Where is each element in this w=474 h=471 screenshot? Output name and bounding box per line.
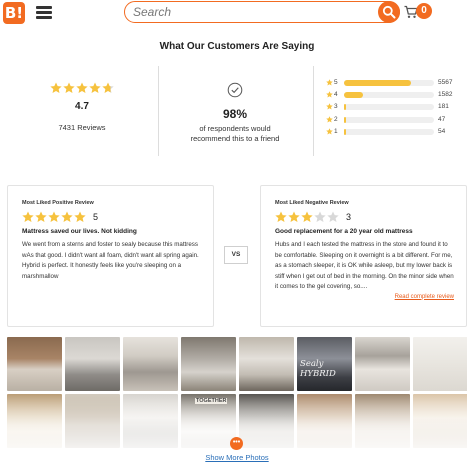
review-star-icons xyxy=(22,211,86,223)
customer-photo[interactable]: Sealy HYBRID xyxy=(297,337,352,391)
recommend-text-line-2: recommend this to a friend xyxy=(190,134,280,143)
photo-brand-text: Sealy HYBRID xyxy=(300,359,336,379)
rating-row-stars: 3 xyxy=(334,103,338,111)
site-logo[interactable]: B! xyxy=(3,2,25,24)
review-kicker: Most Liked Positive Review xyxy=(22,200,94,206)
rating-row-stars: 5 xyxy=(334,79,338,86)
summary-divider xyxy=(158,66,159,156)
cart-count-badge[interactable]: 0 xyxy=(416,3,432,19)
star-icon xyxy=(326,103,333,110)
average-rating-block: 4.7 7431 Reviews xyxy=(40,82,124,132)
rating-row-stars: 4 xyxy=(334,91,338,99)
rating-row-count: 47 xyxy=(438,115,446,123)
average-stars xyxy=(40,82,124,94)
star-icon xyxy=(314,211,326,223)
review-stars: 3 xyxy=(275,211,454,223)
star-icon xyxy=(61,211,73,223)
customer-photo[interactable] xyxy=(239,337,294,391)
check-circle-icon xyxy=(227,82,243,98)
menu-icon[interactable] xyxy=(36,6,52,20)
site-header: B! 0 xyxy=(0,0,474,26)
star-icon xyxy=(50,82,62,94)
review-stars: 5 xyxy=(22,211,201,223)
rating-row-bar xyxy=(344,92,434,99)
rating-row-1[interactable]: 1 54 xyxy=(324,127,464,139)
recommend-percent: 98% xyxy=(222,107,248,121)
rating-row-stars: 1 xyxy=(334,127,338,135)
rating-row-2[interactable]: 2 47 xyxy=(324,115,464,127)
read-complete-review-link[interactable]: Read complete review xyxy=(275,294,454,300)
review-headline: Good replacement for a 20 year old mattr… xyxy=(275,228,413,235)
average-rating-value: 4.7 xyxy=(75,101,89,112)
recommend-text: of respondents would recommend this to a… xyxy=(172,124,298,144)
show-more-photos-link[interactable]: Show More Photos xyxy=(0,453,474,462)
ellipsis-icon[interactable]: ••• xyxy=(230,437,243,450)
review-body: Hubs and I each tested the mattress in t… xyxy=(275,241,454,290)
star-icon xyxy=(326,115,333,123)
star-icon xyxy=(35,211,47,223)
customer-photo[interactable] xyxy=(123,337,178,391)
star-icon xyxy=(102,82,114,94)
rating-row-bar-fill xyxy=(344,104,347,111)
star-icon xyxy=(326,91,333,98)
rating-row-count: 1582 xyxy=(438,91,453,99)
rating-row-bar xyxy=(344,80,434,86)
recommend-text-line-1: of respondents would xyxy=(199,124,271,133)
search-input[interactable] xyxy=(133,4,373,20)
star-icon xyxy=(22,211,34,223)
section-title: What Our Customers Are Saying xyxy=(159,41,315,52)
star-icon xyxy=(275,211,287,223)
rating-row-bar-fill xyxy=(344,80,412,86)
rating-row-count: 181 xyxy=(438,103,449,111)
star-icon xyxy=(89,82,101,94)
search-button[interactable] xyxy=(378,1,400,23)
customer-photo[interactable] xyxy=(355,337,410,391)
rating-row-bar xyxy=(344,104,434,111)
recommend-block: 98% of respondents would recommend this … xyxy=(172,82,298,144)
vs-label: VS xyxy=(224,246,248,264)
customer-photo[interactable] xyxy=(65,337,120,391)
rating-row-count: 5567 xyxy=(438,79,453,86)
review-star-icons xyxy=(275,211,339,223)
positive-review-card: Most Liked Positive Review 5 Mattress sa… xyxy=(7,185,214,327)
rating-row-bar xyxy=(344,116,434,123)
rating-row-bar-fill xyxy=(344,92,364,99)
rating-distribution: 5 5567 4 1582 3 181 2 47 1 54 xyxy=(324,78,464,139)
star-icon xyxy=(48,211,60,223)
rating-row-3[interactable]: 3 181 xyxy=(324,102,464,114)
search-icon xyxy=(382,5,396,19)
summary-divider xyxy=(313,66,314,156)
star-icon xyxy=(326,128,333,135)
star-icon xyxy=(288,211,300,223)
review-rating-value: 3 xyxy=(346,212,352,222)
search-bar xyxy=(124,1,400,23)
review-rating-value: 5 xyxy=(93,212,99,222)
customer-photo[interactable] xyxy=(413,337,467,391)
rating-row-count: 54 xyxy=(438,127,446,135)
rating-row-stars: 2 xyxy=(334,115,338,123)
review-headline: Mattress saved our lives. Not kidding xyxy=(22,228,137,235)
star-icon xyxy=(327,211,339,223)
negative-review-card: Most Liked Negative Review 3 Good replac… xyxy=(260,185,467,327)
star-icon xyxy=(301,211,313,223)
star-icon xyxy=(326,79,333,86)
star-icon xyxy=(74,211,86,223)
star-icon xyxy=(63,82,75,94)
star-icon xyxy=(76,82,88,94)
rating-row-bar-fill xyxy=(344,128,346,135)
rating-row-bar xyxy=(344,128,434,135)
rating-row-bar-fill xyxy=(344,116,346,123)
review-kicker: Most Liked Negative Review xyxy=(275,200,349,206)
total-reviews-count[interactable]: 7431 Reviews xyxy=(40,123,124,132)
customer-photo[interactable] xyxy=(181,337,236,391)
review-body: We went from a sterns and foster to seal… xyxy=(22,241,199,280)
rating-row-5[interactable]: 5 5567 xyxy=(324,78,464,90)
customer-photo[interactable] xyxy=(7,337,62,391)
rating-row-4[interactable]: 4 1582 xyxy=(324,90,464,102)
